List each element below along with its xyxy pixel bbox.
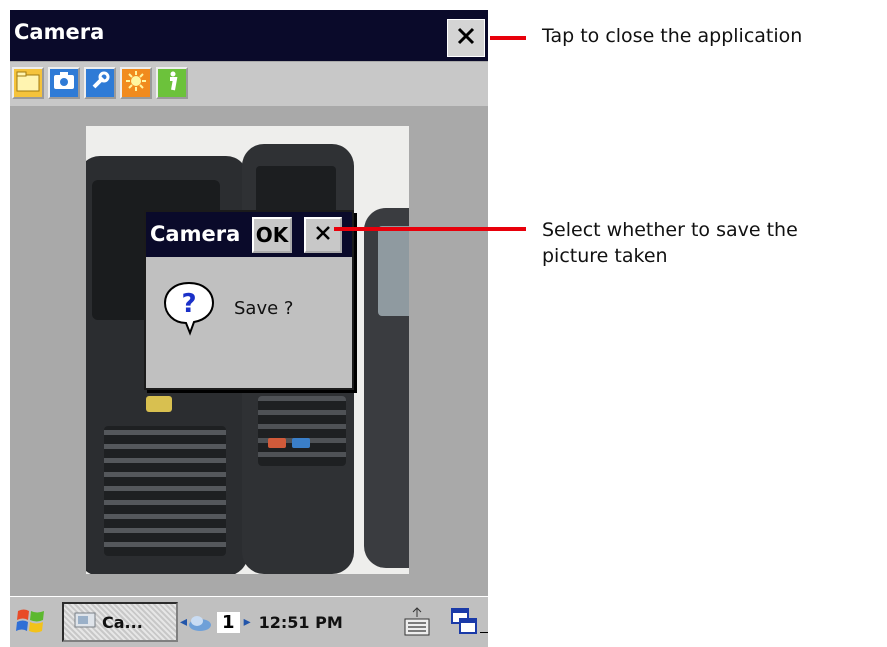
windows-logo-icon: [16, 609, 44, 633]
close-icon: [456, 26, 476, 50]
next-arrow-icon[interactable]: ▸: [244, 614, 251, 630]
brightness-button[interactable]: [120, 67, 152, 99]
clock[interactable]: 12:51 PM: [259, 613, 343, 632]
wrench-icon: [89, 70, 111, 96]
page-number[interactable]: 1: [217, 611, 240, 633]
toolbar: [10, 62, 488, 106]
info-button[interactable]: [156, 67, 188, 99]
switch-window-icon[interactable]: [448, 605, 480, 643]
app-title: Camera: [14, 20, 105, 44]
save-callout-line: [334, 227, 526, 231]
svg-text:?: ?: [181, 289, 196, 319]
folder-icon: [16, 70, 40, 96]
ok-button[interactable]: OK: [252, 217, 292, 253]
info-icon: [162, 70, 182, 96]
sun-icon: [125, 70, 147, 96]
capture-button[interactable]: [48, 67, 80, 99]
taskbar: Ca... ◂ 1 ▸ 12:51 PM: [10, 596, 488, 647]
save-callout-text-line1: Select whether to save the: [542, 219, 798, 241]
dialog-title-bar: Camera OK: [146, 212, 352, 257]
save-dialog: Camera OK ? Save ?: [144, 210, 354, 390]
text-cursor: [480, 632, 488, 633]
taskbar-app-camera[interactable]: Ca...: [62, 602, 178, 642]
dialog-message: Save ?: [234, 298, 294, 319]
title-bar: Camera: [10, 10, 488, 61]
start-button[interactable]: [14, 605, 48, 639]
keyboard-icon[interactable]: [402, 605, 432, 643]
open-folder-button[interactable]: [12, 67, 44, 99]
device-screen: Camera Camera OK ? Save ? Ca... ◂ 1 ▸ 12…: [10, 10, 488, 647]
close-callout-line: [490, 36, 526, 40]
close-app-button[interactable]: [447, 19, 485, 57]
close-icon: [314, 224, 332, 246]
connectivity-icon: [189, 616, 212, 631]
camera-icon: [53, 71, 75, 95]
taskbar-app-label: Ca...: [102, 612, 143, 632]
dialog-close-button[interactable]: [304, 217, 342, 253]
system-tray: ◂ 1 ▸ 12:51 PM: [180, 602, 400, 642]
save-callout-text-line2: picture taken: [542, 245, 668, 267]
network-icon[interactable]: ◂: [180, 614, 187, 630]
close-callout-text: Tap to close the application: [542, 25, 803, 47]
camera-app-icon: [74, 612, 96, 632]
settings-button[interactable]: [84, 67, 116, 99]
dialog-title: Camera: [150, 222, 241, 246]
question-icon: ?: [162, 280, 216, 340]
